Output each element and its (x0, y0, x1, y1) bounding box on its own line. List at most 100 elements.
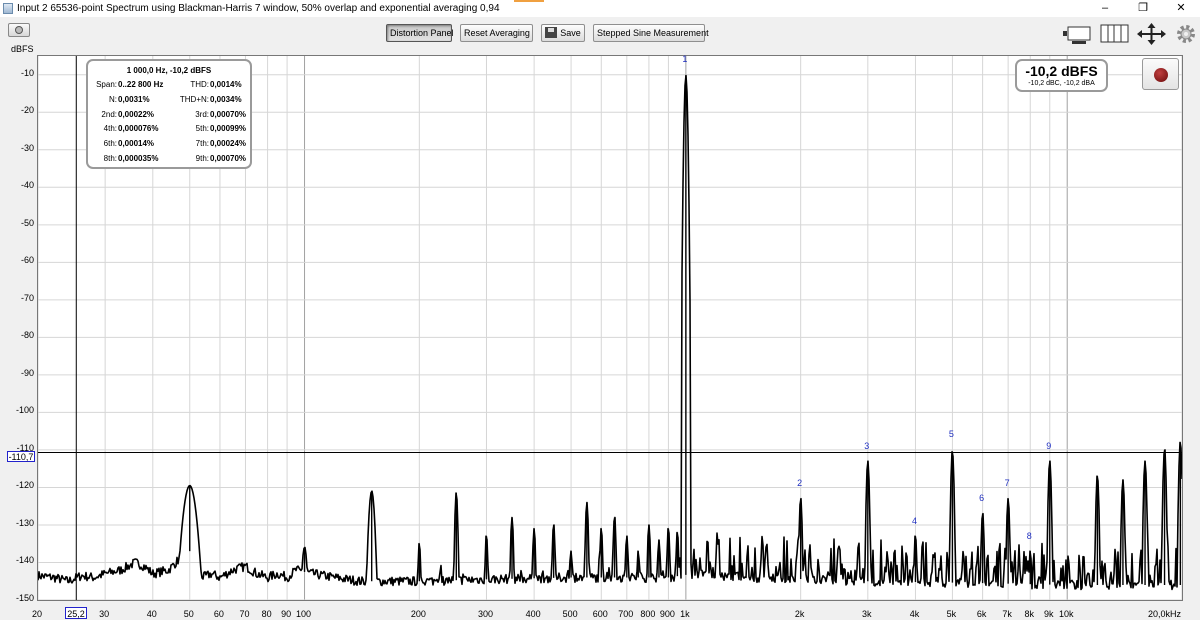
harmonic-number-label: 7 (1004, 478, 1010, 489)
harmonic-number-label: 8 (1026, 530, 1032, 541)
x-tick-label: 1k (680, 609, 690, 619)
harmonic-number-label: 2 (797, 478, 803, 489)
cursor-level-label[interactable]: -110,7 (7, 451, 35, 462)
y-tick-label: -80 (20, 330, 34, 341)
window-title: Input 2 65536-point Spectrum using Black… (17, 3, 500, 14)
stat-key: 4th: (103, 124, 117, 134)
stat-key: THD: (190, 80, 209, 89)
stepped-sine-button[interactable]: Stepped Sine Measurement (593, 24, 709, 42)
x-tick-label: 10k (1058, 609, 1074, 619)
stat-value: 0,00099% (210, 124, 247, 134)
x-tick-label: 40 (146, 609, 157, 619)
x-tick-label: 7k (1002, 609, 1012, 619)
settings-gear-icon[interactable] (1175, 23, 1197, 45)
y-tick-label: -130 (15, 517, 34, 528)
stat-value: 0,000035% (118, 154, 159, 163)
x-tick-label: 3k (862, 609, 872, 619)
y-tick-label: -60 (20, 255, 34, 266)
move-arrows-icon[interactable] (1137, 23, 1167, 45)
stat-value: 0..22 800 Hz (118, 80, 164, 89)
y-tick-label: -30 (20, 142, 34, 153)
stat-key: 7th: (195, 139, 209, 149)
stat-key: N: (109, 94, 117, 104)
stat-key: 5th: (195, 124, 209, 134)
y-tick-label: -20 (20, 105, 34, 116)
harmonic-number-label: 3 (864, 440, 870, 451)
restore-button[interactable]: ❐ (1130, 0, 1156, 17)
x-tick-label: 20 (31, 609, 43, 619)
distortion-panel-button[interactable]: Distortion Panel (386, 24, 454, 42)
title-bar: Input 2 65536-point Spectrum using Black… (0, 0, 1200, 17)
stat-value: 0,00014% (118, 139, 155, 149)
save-button[interactable]: Save (541, 24, 585, 42)
stat-key: Span: (96, 80, 117, 89)
title-accent (514, 0, 544, 2)
stats-row: 2nd: 0,00022% 3rd: 0,00070% (88, 110, 250, 124)
save-icon (545, 27, 558, 38)
record-button[interactable] (1142, 58, 1179, 90)
minimize-button[interactable]: – (1092, 0, 1118, 17)
x-tick-label: 700 (618, 609, 634, 619)
app-icon (3, 3, 13, 14)
camera-icon[interactable] (8, 23, 30, 37)
y-tick-label: -120 (15, 480, 34, 491)
x-tick-label: 8k (1024, 609, 1035, 619)
x-tick-label: 6k (976, 609, 987, 619)
stat-key: 2nd: (101, 109, 117, 119)
unit-label: dBFS (11, 44, 34, 54)
x-tick-label: 600 (592, 609, 608, 619)
harmonic-number-label: 9 (1046, 440, 1052, 451)
stat-key: 3rd: (195, 109, 209, 119)
harmonic-number-label: 4 (911, 515, 917, 526)
x-tick-label: 30 (99, 609, 110, 619)
stats-row: N: 0,0031% THD+N: 0,0034% (88, 95, 250, 109)
harmonic-number-label: 6 (979, 493, 985, 504)
y-tick-label: -10 (20, 67, 34, 78)
reset-averaging-button[interactable]: Reset Averaging (460, 24, 533, 42)
stat-value: 0,0014% (210, 80, 242, 89)
distortion-stats-panel[interactable]: 1 000,0 Hz, -10,2 dBFS Span: 0..22 800 Hz… (86, 59, 252, 169)
stat-value: 0,00024% (210, 139, 247, 149)
stat-key: 8th: (103, 154, 117, 163)
level-sub: -10,2 dBC, -10,2 dBA (1028, 80, 1095, 87)
graph-layout-icon[interactable] (1062, 23, 1092, 45)
y-tick-label: -70 (20, 292, 34, 303)
stats-row: 6th: 0,00014% 7th: 0,00024% (88, 139, 250, 153)
level-value: -10,2 dBFS (1025, 63, 1098, 79)
close-button[interactable]: ✕ (1168, 0, 1194, 17)
grid-layout-icon[interactable] (1100, 23, 1130, 45)
save-label: Save (560, 28, 581, 38)
stat-value: 0,00070% (210, 154, 247, 163)
stats-header: 1 000,0 Hz, -10,2 dBFS (126, 66, 212, 75)
stat-value: 0,0031% (118, 94, 150, 104)
harmonic-number-label: 1 (682, 54, 688, 65)
x-tick-label: 5k (946, 609, 957, 619)
stat-value: 0,000076% (118, 124, 159, 134)
stats-row: Span: 0..22 800 Hz THD: 0,0014% (88, 80, 250, 94)
level-readout: -10,2 dBFS -10,2 dBC, -10,2 dBA (1015, 59, 1108, 92)
x-tick-label: 9k (1043, 609, 1054, 619)
stat-value: 0,00070% (210, 109, 247, 119)
x-tick-label: 100 (296, 609, 312, 619)
stats-row: 4th: 0,000076% 5th: 0,00099% (88, 124, 250, 138)
stat-value: 0,00022% (118, 109, 155, 119)
harmonic-number-label: 5 (948, 429, 954, 440)
toolbar: dBFS Distortion Panel Reset Averaging Sa… (0, 17, 1200, 55)
stat-value: 0,0034% (210, 94, 242, 104)
x-tick-label: 500 (562, 609, 578, 619)
y-tick-label: -90 (20, 367, 34, 378)
x-tick-label: 20,0kHz (1147, 609, 1181, 619)
y-tick-label: -100 (15, 405, 34, 416)
x-tick-label: 80 (261, 609, 272, 619)
y-tick-label: -150 (15, 593, 34, 603)
stat-key: THD+N: (179, 94, 209, 104)
x-tick-label: 50 (183, 609, 194, 619)
y-tick-label: -50 (20, 217, 34, 228)
x-tick-label: 90 (281, 609, 292, 619)
y-tick-label: -40 (20, 180, 34, 191)
record-icon (1154, 68, 1168, 82)
stat-key: 9th: (195, 154, 209, 163)
x-tick-label: 2k (794, 609, 805, 619)
x-tick-label: 60 (213, 609, 224, 619)
cursor-freq-label[interactable]: 25,2 (65, 607, 87, 619)
